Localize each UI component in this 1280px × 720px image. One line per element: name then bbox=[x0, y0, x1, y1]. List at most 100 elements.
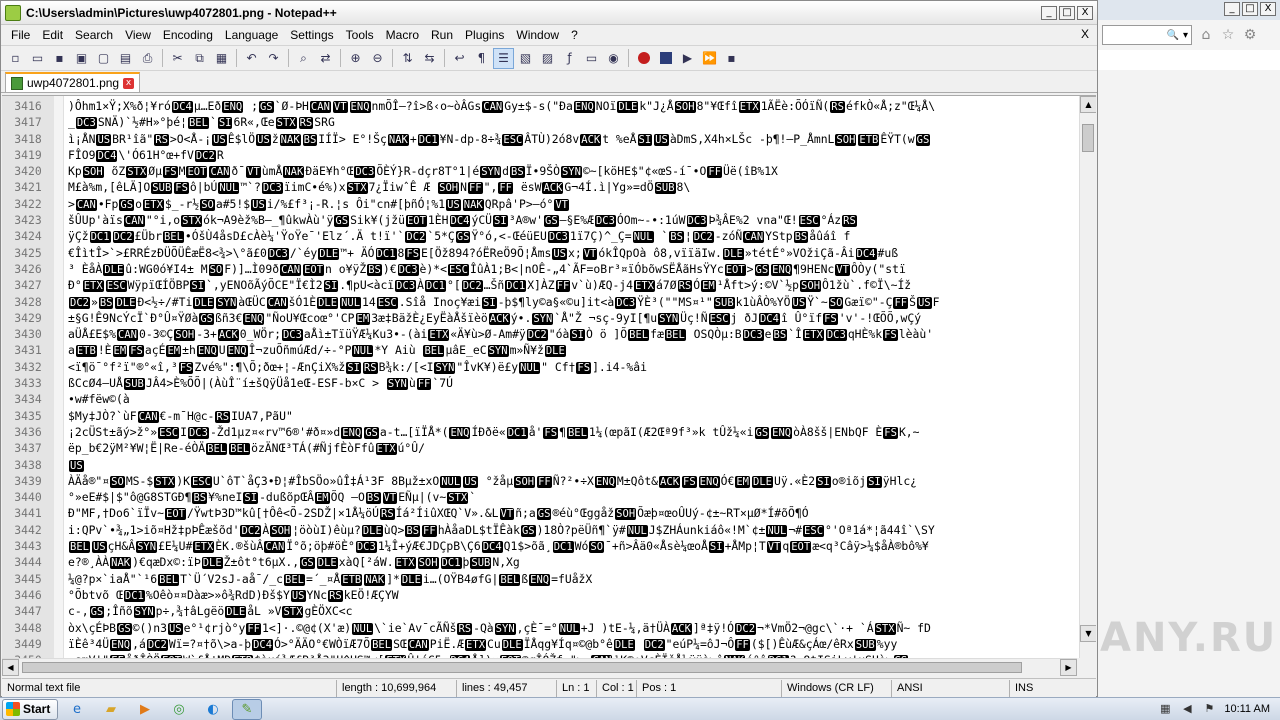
play-macro-icon[interactable]: ▶ bbox=[677, 48, 698, 69]
editor-line[interactable]: 3419 FÎO9 DC4 \'Ó61H°œ+fV DC2 R bbox=[2, 147, 1078, 163]
editor-line[interactable]: 3434 •w#fëw©(à bbox=[2, 391, 1078, 407]
close-icon[interactable]: ▢ bbox=[93, 48, 114, 69]
status-encoding[interactable]: ANSI bbox=[892, 679, 1010, 697]
editor-line[interactable]: 3448 òx\çÉÞB GS ©()n3 US e°¹¢rjò°y FF 1<]·.©@¢(… bbox=[2, 620, 1078, 636]
editor-line[interactable]: 3417 _ DC3 SNÄ)`½#H»°þé¦ BEL ` SI 6R«,Œe STX RS SR… bbox=[2, 114, 1078, 130]
editor-line[interactable]: 3420 Kp SOH õZ STX Øµ FS M EOT CAN ð¯ VT ùmÅ NAK ÐäE¥… bbox=[2, 163, 1078, 179]
editor-line[interactable]: 3421 M£à%m,[êLÄ]O SUB FS ô|bÚ NUL ™`? DC3 ïimC•é… bbox=[2, 179, 1078, 195]
editor-line[interactable]: 3446 °Õbtvõ Œ DC1 %Oêò¤¤Dàæ>»ô¾RdD)Ðš$Y US YN… bbox=[2, 587, 1078, 603]
all-chars-icon[interactable]: ¶ bbox=[471, 48, 492, 69]
editor-line[interactable]: 3436 ¡2cÜSt±ãý>ž°» ESC I DC3 -Žd1µz¤«rv™6®'#ð… bbox=[2, 424, 1078, 440]
flag-icon[interactable]: ⚑ bbox=[1202, 702, 1216, 716]
find-icon[interactable]: ⌕ bbox=[293, 48, 314, 69]
browser-minimize-button[interactable]: _ bbox=[1224, 2, 1240, 16]
indent-guide-icon[interactable]: ☰ bbox=[493, 47, 514, 69]
editor-line[interactable]: 3423 šÛUp'àïs CAN "°i,o STX ók¬A9èž%B—_¶ûkwÀù… bbox=[2, 212, 1078, 228]
notepadpp-icon[interactable]: ✎ bbox=[232, 698, 262, 720]
menu-window[interactable]: Window bbox=[510, 28, 565, 42]
editor-line[interactable]: 3432 <ï¶ö¯°f²ï"®°«î,³ FS Zvé%":¶\Õ;ðœ+¦-ÆnÇ… bbox=[2, 359, 1078, 375]
browser-maximize-button[interactable]: □ bbox=[1242, 2, 1258, 16]
close-document-button[interactable]: X bbox=[1081, 27, 1089, 41]
editor-line[interactable]: 3430 aÜÅ£E$% CAN 0-3©Ç SOH -3+ ACK 0_WÖr; DC3 aÅì… bbox=[2, 326, 1078, 342]
horizontal-scrollbar[interactable]: ◀ ▶ bbox=[2, 658, 1077, 676]
ie-icon[interactable]: e bbox=[62, 699, 92, 720]
record-macro-icon[interactable] bbox=[633, 48, 654, 69]
monitor-icon[interactable]: ◉ bbox=[603, 48, 624, 69]
scroll-left-icon[interactable]: ◀ bbox=[2, 659, 19, 676]
cut-icon[interactable]: ✂ bbox=[167, 48, 188, 69]
gear-icon[interactable]: ⚙ bbox=[1242, 27, 1258, 43]
editor-line[interactable]: 3428 DC2» BS DLE Ð<½÷/#Ti DLE SYN àŒÜC CAN šÓ1È DL… bbox=[2, 294, 1078, 310]
status-insert-mode[interactable]: INS bbox=[1010, 680, 1050, 697]
paste-icon[interactable]: ▦ bbox=[211, 48, 232, 69]
editor-line[interactable]: 3416)Ôhm1×Ÿ;X%ð¦¥ró DC4 µ…Eð ENQ ; GS `Ø-ÞH CA… bbox=[2, 98, 1078, 114]
play-multiple-icon[interactable]: ⏩ bbox=[699, 48, 720, 69]
vertical-scrollbar[interactable]: ▲ ▼ bbox=[1079, 96, 1096, 658]
chevron-down-icon[interactable]: ▾ bbox=[1183, 30, 1188, 41]
word-wrap-icon[interactable]: ↩ bbox=[449, 48, 470, 69]
title-bar[interactable]: C:\Users\admin\Pictures\uwp4072801.png -… bbox=[1, 1, 1097, 25]
doc-map-icon[interactable]: ▨ bbox=[537, 48, 558, 69]
undo-icon[interactable]: ↶ bbox=[241, 48, 262, 69]
stop-record-icon[interactable] bbox=[655, 48, 676, 69]
scroll-up-icon[interactable]: ▲ bbox=[1080, 96, 1096, 113]
menu-plugins[interactable]: Plugins bbox=[459, 28, 510, 42]
menu-language[interactable]: Language bbox=[219, 28, 284, 42]
editor-line[interactable]: 3444 e?®¸ÀÀ NAK)€qæDx©:ïÞ DLE Ž±ôt°t6µX., GS D… bbox=[2, 554, 1078, 570]
menu-settings[interactable]: Settings bbox=[284, 28, 339, 42]
horizontal-scroll-thumb[interactable] bbox=[22, 662, 1022, 673]
menu-edit[interactable]: Edit bbox=[36, 28, 69, 42]
menu-run[interactable]: Run bbox=[425, 28, 459, 42]
vertical-scroll-thumb[interactable] bbox=[1082, 124, 1094, 152]
explorer-icon[interactable]: ▰ bbox=[96, 699, 126, 720]
tab-document[interactable]: uwp4072801.png x bbox=[5, 72, 141, 92]
browser-address-bar[interactable]: 🔍 ▾ bbox=[1102, 25, 1192, 45]
save-macro-icon[interactable]: ▪ bbox=[721, 48, 742, 69]
print-icon[interactable]: ⎙ bbox=[137, 48, 158, 69]
editor-line[interactable]: 3438 US bbox=[2, 457, 1078, 473]
editor-line[interactable]: 3431 a ETB !È EM FS açÉ EM ±h ENQ U ENQ Î¬zuÕñmúÆd/÷… bbox=[2, 342, 1078, 358]
minimize-button[interactable]: _ bbox=[1041, 5, 1057, 20]
zoom-out-icon[interactable]: ⊖ bbox=[367, 48, 388, 69]
editor-line[interactable]: 3445 ¼@?p×`iaÅ"`¹6 BEL T`Ü´V2sJ-aå¯/_c BEL =´… bbox=[2, 571, 1078, 587]
menu-help[interactable]: ? bbox=[565, 28, 584, 42]
text-editor[interactable]: 3416)Ôhm1×Ÿ;X%ð¦¥ró DC4 µ…Eð ENQ ; GS `Ø-ÞH CA… bbox=[2, 95, 1096, 658]
tab-close-icon[interactable]: x bbox=[123, 77, 135, 89]
sync-horizontal-icon[interactable]: ⇆ bbox=[419, 48, 440, 69]
editor-line[interactable]: 3418 ì¡ÅN US BR¹îã" RS >O<Å-¡ US Ê$lÖ US ž NAK BS IÍ… bbox=[2, 131, 1078, 147]
editor-line[interactable]: 3443 BEL US çH&Â SYN £E¼U# ETX ÈK.®šùÂ CAN Ï°õ;öþ… bbox=[2, 538, 1078, 554]
function-list-icon[interactable]: ƒ bbox=[559, 48, 580, 69]
maximize-button[interactable]: □ bbox=[1059, 5, 1075, 20]
editor-line[interactable]: 3433 ßCcØ4—UÅ SUB JÂ4>È%ÕÕ|(ÀùÎ¨í±šQÿÜå1eŒ-… bbox=[2, 375, 1078, 391]
volume-icon[interactable]: ◀ bbox=[1180, 702, 1194, 716]
editor-line[interactable]: 3426 ³ ÈåÀ DLE û:WG0ó¥I4± M SO F)]…Ì09ð CAN EOT… bbox=[2, 261, 1078, 277]
editor-line[interactable]: 3425 €ÎìtÎ>`>£RRÉzÐÜÕÜÊæË8<¾>\°ã£0 DC3/`éy… bbox=[2, 245, 1078, 261]
editor-line[interactable]: 3442 i:QPv`•¾„1>iõ¤Hž‡pÞÊæšõd' DC2 À SOH ¦öòù… bbox=[2, 522, 1078, 538]
folder-workspace-icon[interactable]: ▭ bbox=[581, 48, 602, 69]
redo-icon[interactable]: ↷ bbox=[263, 48, 284, 69]
status-eol[interactable]: Windows (CR LF) bbox=[782, 679, 892, 697]
menu-file[interactable]: File bbox=[5, 28, 36, 42]
sync-vertical-icon[interactable]: ⇅ bbox=[397, 48, 418, 69]
scroll-right-icon[interactable]: ▶ bbox=[1060, 659, 1077, 676]
editor-line[interactable]: 3437 ëp_b€2ÿM²¥W¦Ë|Re-éÒÄ BEL BEL özÄNŒ³TÁ(#… bbox=[2, 440, 1078, 456]
zoom-in-icon[interactable]: ⊕ bbox=[345, 48, 366, 69]
new-file-icon[interactable]: ▫ bbox=[5, 48, 26, 69]
menu-search[interactable]: Search bbox=[69, 28, 119, 42]
replace-icon[interactable]: ⇄ bbox=[315, 48, 336, 69]
editor-line[interactable]: 3424 ÿÇž DC1 DC2 £Übr BEL •ÓšÙ4åsD£cÀè¼'ŸoŸe¯'… bbox=[2, 228, 1078, 244]
menu-tools[interactable]: Tools bbox=[340, 28, 380, 42]
network-icon[interactable]: ▦ bbox=[1158, 702, 1172, 716]
udl-icon[interactable]: ▧ bbox=[515, 48, 536, 69]
save-icon[interactable]: ▪ bbox=[49, 48, 70, 69]
chrome-icon[interactable]: ◎ bbox=[164, 699, 194, 720]
copy-icon[interactable]: ⧉ bbox=[189, 48, 210, 69]
media-player-icon[interactable]: ▶ bbox=[130, 699, 160, 720]
clock[interactable]: 10:11 AM bbox=[1224, 703, 1270, 715]
open-file-icon[interactable]: ▭ bbox=[27, 48, 48, 69]
scroll-down-icon[interactable]: ▼ bbox=[1080, 625, 1096, 642]
menu-macro[interactable]: Macro bbox=[380, 28, 425, 42]
browser-close-button[interactable]: X bbox=[1260, 2, 1276, 16]
editor-line[interactable]: 3441 Ð"MF,†Do6`ïÏv~ EOT/ŸwtÞ3D™kû[†Ôê<Õ-2S… bbox=[2, 505, 1078, 521]
editor-line[interactable]: 3447 c-, GS ;Îñõ SYN p÷,¾†âLgëö DLE åL »V STX gÈÖ… bbox=[2, 603, 1078, 619]
